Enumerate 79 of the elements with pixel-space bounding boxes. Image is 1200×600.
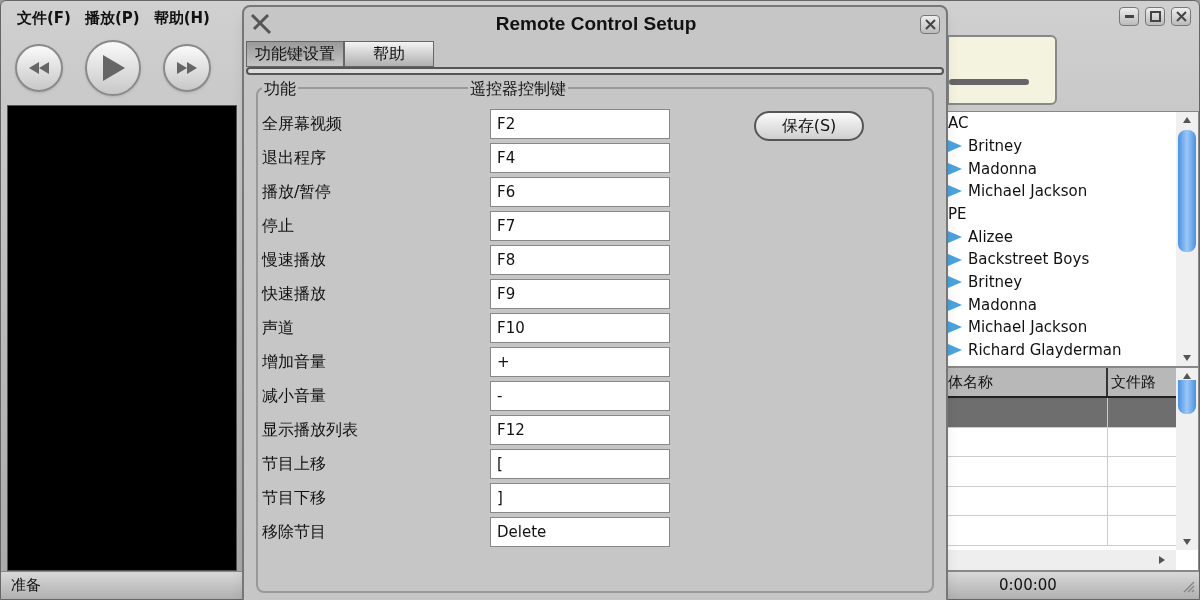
right-arrow-icon[interactable] — [1158, 556, 1166, 564]
key-field[interactable]: + — [490, 347, 670, 377]
key-field[interactable]: F8 — [490, 245, 670, 275]
tree-item[interactable]: Backstreet Boys — [968, 248, 1090, 271]
triangle-icon — [948, 184, 962, 199]
function-label: 增加音量 — [261, 351, 327, 373]
close-button[interactable] — [1171, 7, 1191, 26]
key-field[interactable]: - — [490, 381, 670, 411]
scroll-thumb[interactable] — [1178, 130, 1196, 252]
table-row[interactable] — [948, 398, 1176, 428]
tree-item[interactable]: Britney — [968, 135, 1023, 158]
fast-forward-icon — [177, 62, 197, 74]
triangle-icon — [948, 320, 962, 335]
scroll-thumb[interactable] — [1178, 380, 1196, 414]
play-icon — [101, 55, 125, 81]
down-arrow-icon[interactable] — [1183, 538, 1191, 546]
rewind-icon — [29, 62, 49, 74]
up-arrow-icon[interactable] — [1183, 372, 1191, 380]
tab[interactable]: 帮助 — [344, 41, 434, 67]
triangle-icon — [948, 343, 962, 358]
column-header[interactable]: 文件路 — [1108, 368, 1176, 396]
function-label: 节目下移 — [261, 487, 327, 509]
function-label: 移除节目 — [261, 521, 327, 543]
function-label: 播放/暂停 — [261, 181, 333, 203]
status-text: 准备 — [11, 575, 41, 597]
menu-item[interactable]: 播放(P) — [84, 7, 140, 31]
triangle-icon — [948, 230, 962, 245]
tree-item[interactable]: Richard Glayderman — [968, 338, 1122, 362]
resize-grip-icon — [1181, 578, 1195, 593]
function-label: 减小音量 — [261, 385, 327, 407]
tab[interactable]: 功能键设置 — [246, 41, 344, 67]
triangle-icon — [948, 161, 962, 176]
key-field[interactable]: F4 — [490, 143, 670, 173]
triangle-icon — [948, 139, 962, 154]
down-arrow-icon[interactable] — [1183, 354, 1191, 362]
time-display: 0:00:00 — [999, 575, 1057, 597]
tree-item[interactable]: Madonna — [968, 293, 1038, 317]
close-button[interactable] — [920, 14, 940, 34]
key-field[interactable]: F6 — [490, 177, 670, 207]
tree-group[interactable]: PE — [948, 202, 1176, 226]
maximize-button[interactable] — [1145, 7, 1165, 26]
function-label: 退出程序 — [261, 147, 327, 169]
dialog-title: Remote Control Setup — [494, 11, 698, 36]
triangle-icon — [948, 275, 962, 290]
tree-item[interactable]: Michael Jackson — [968, 316, 1088, 339]
function-label: 声道 — [261, 317, 295, 339]
triangle-icon — [948, 297, 962, 312]
key-field[interactable]: F9 — [490, 279, 670, 309]
fast-forward-button[interactable] — [163, 44, 211, 92]
close-icon — [924, 18, 936, 30]
triangle-icon — [948, 252, 962, 267]
minimize-icon — [1123, 15, 1135, 18]
function-label: 显示播放列表 — [261, 419, 359, 441]
save-button[interactable]: 保存(S) — [754, 111, 864, 141]
tree-group[interactable]: AC — [948, 112, 1176, 135]
minimize-button[interactable] — [1119, 7, 1139, 26]
up-arrow-icon[interactable] — [1183, 116, 1191, 124]
function-label: 慢速播放 — [260, 249, 327, 271]
maximize-icon — [1149, 11, 1161, 22]
function-label: 全屏幕视频 — [261, 113, 343, 135]
tree-item[interactable]: Michael Jackson — [968, 180, 1088, 203]
function-label: 节目上移 — [261, 453, 327, 475]
menu-item[interactable]: 帮助(H) — [153, 7, 210, 31]
key-field[interactable]: F7 — [490, 211, 670, 241]
tree-item[interactable]: Alizee — [968, 225, 1013, 249]
close-icon — [1175, 11, 1187, 22]
tree-item[interactable]: Britney — [968, 271, 1023, 294]
key-field[interactable]: Delete — [490, 517, 670, 547]
tree-item[interactable]: Madonna — [968, 157, 1038, 181]
key-field[interactable]: F10 — [490, 313, 670, 343]
key-field[interactable]: F2 — [490, 109, 670, 139]
rewind-button[interactable] — [15, 44, 63, 92]
function-label: 停止 — [261, 215, 295, 237]
key-field[interactable]: [ — [490, 449, 670, 479]
menu-item[interactable]: 文件(F) — [17, 7, 71, 31]
play-button[interactable] — [85, 40, 141, 96]
key-field[interactable]: ] — [490, 483, 670, 513]
key-field[interactable]: F12 — [490, 415, 670, 445]
function-label: 快速播放 — [260, 283, 327, 305]
